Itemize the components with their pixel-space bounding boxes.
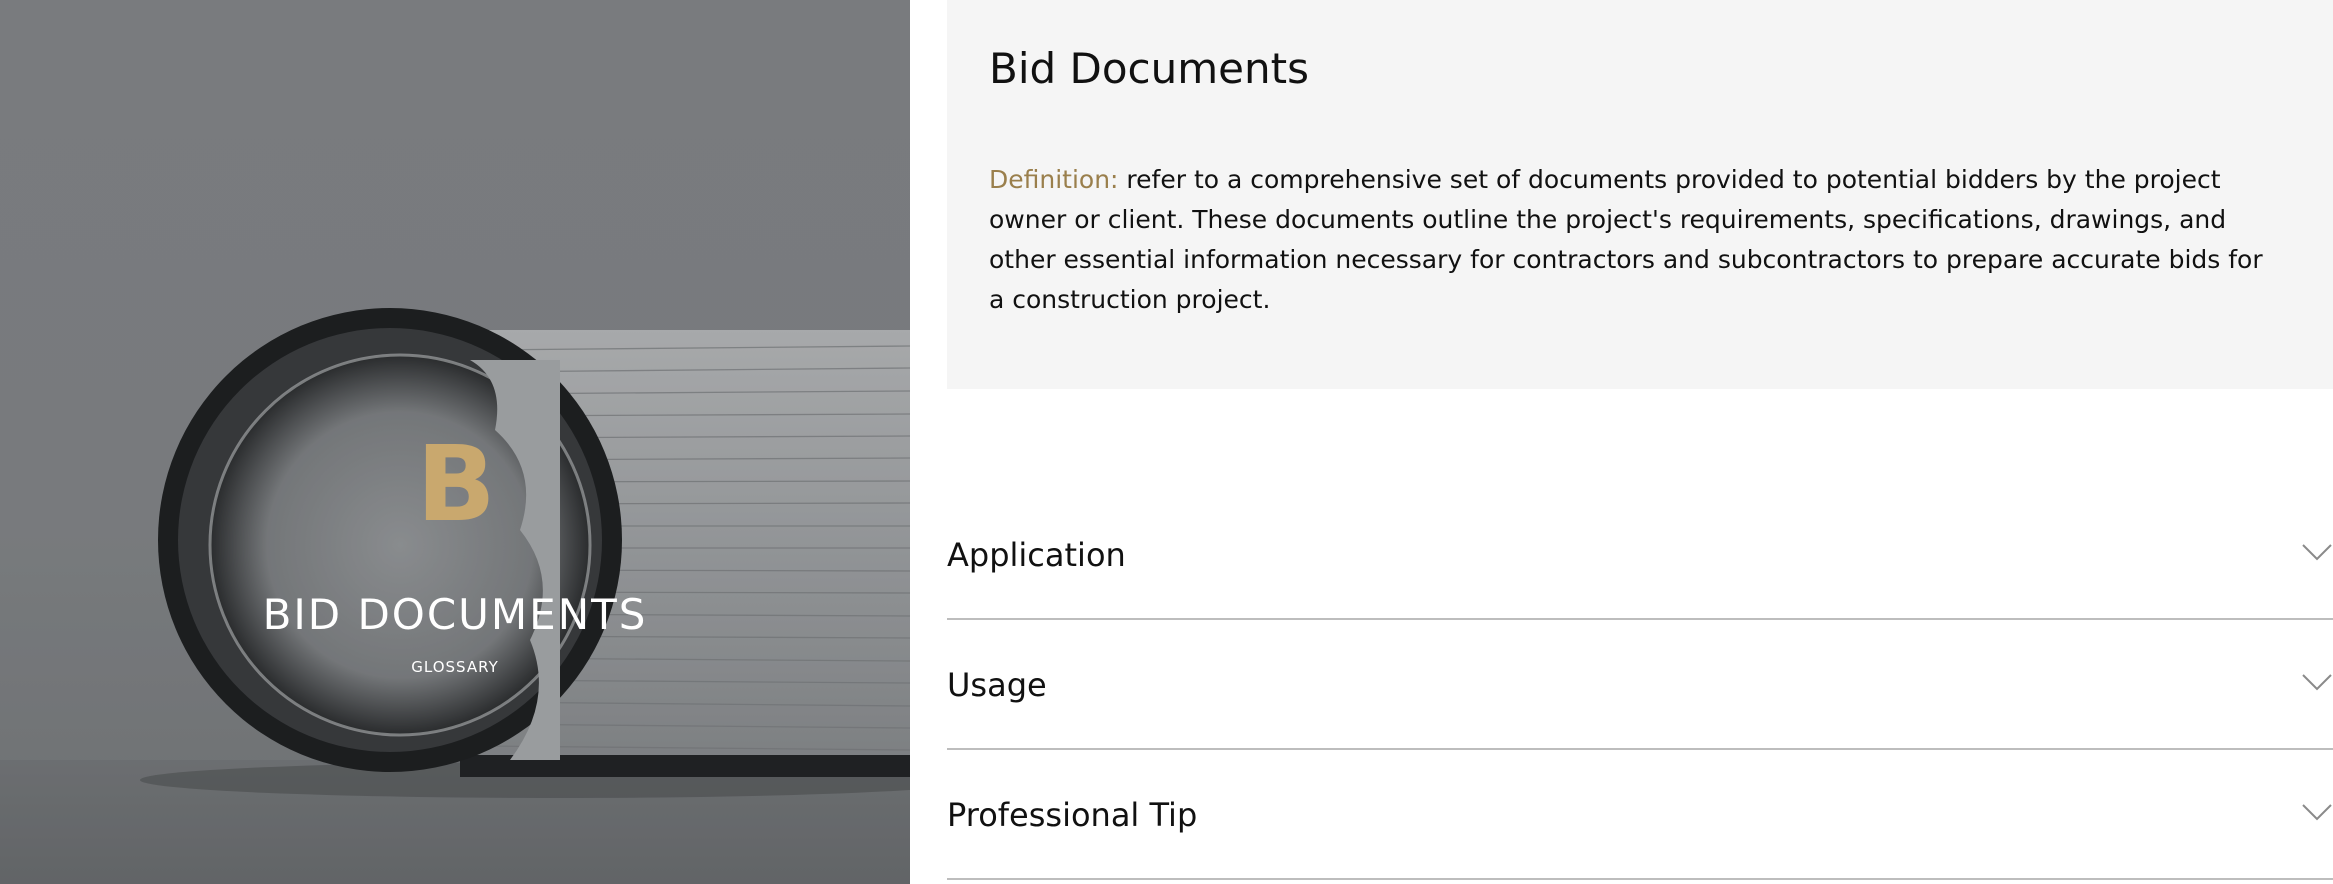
definition-label: Definition: <box>989 165 1119 194</box>
accordion-label: Professional Tip <box>947 796 1198 834</box>
chevron-down-icon[interactable] <box>2301 672 2333 692</box>
glossary-letter-badge: B <box>416 423 496 545</box>
accordion-item-application[interactable]: Application <box>947 490 2333 620</box>
accordion-label: Usage <box>947 666 1047 704</box>
chevron-down-icon[interactable] <box>2301 542 2333 562</box>
hero-image-panel: B BID DOCUMENTS GLOSSARY <box>0 0 910 884</box>
accordion-item-usage[interactable]: Usage <box>947 620 2333 750</box>
definition-text: Definition: refer to a comprehensive set… <box>989 160 2279 320</box>
accordion-item-professional-tip[interactable]: Professional Tip <box>947 750 2333 880</box>
glossary-page: B BID DOCUMENTS GLOSSARY Bid Documents D… <box>0 0 2333 884</box>
term-title: Bid Documents <box>989 44 1309 93</box>
hero-title: BID DOCUMENTS <box>262 590 648 639</box>
definition-body: refer to a comprehensive set of document… <box>989 165 2263 314</box>
accordion-label: Application <box>947 536 1126 574</box>
glossary-content: Bid Documents Definition: refer to a com… <box>947 0 2333 884</box>
definition-card: Bid Documents Definition: refer to a com… <box>947 0 2333 389</box>
accordion: Application Usage Professional Tip <box>947 490 2333 880</box>
hero-subtitle: GLOSSARY <box>411 658 499 676</box>
chevron-down-icon[interactable] <box>2301 802 2333 822</box>
